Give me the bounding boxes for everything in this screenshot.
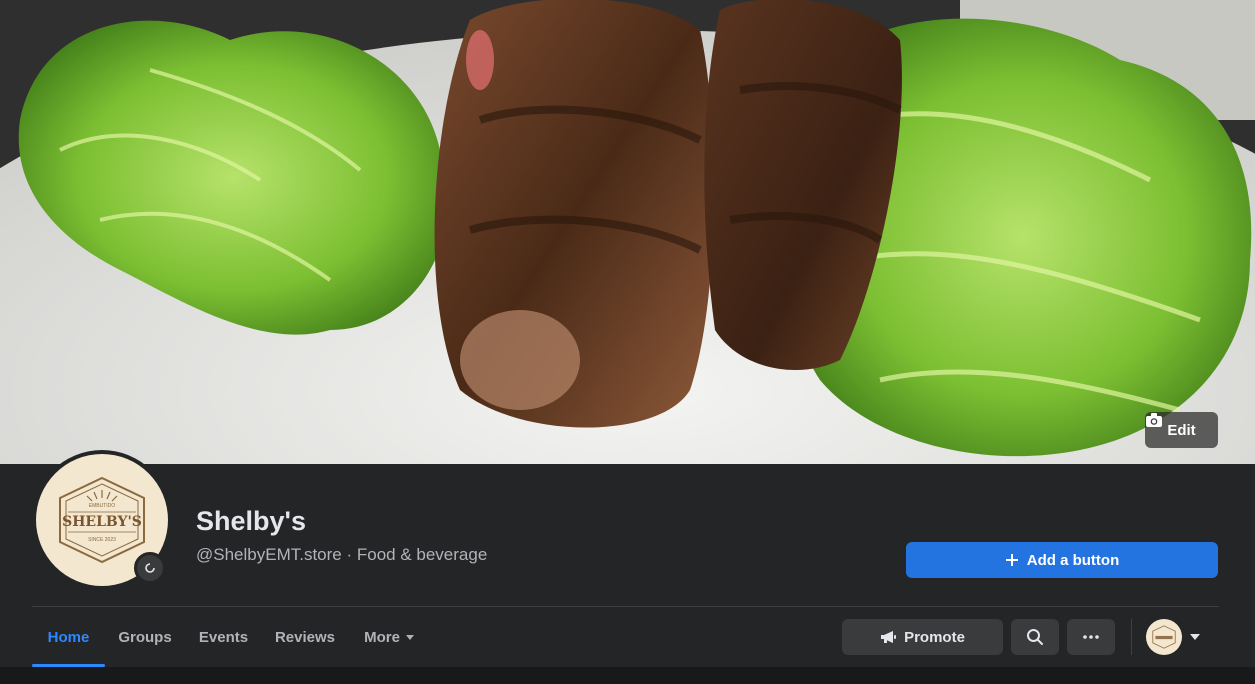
avatar — [1146, 619, 1182, 655]
tab-more-label: More — [364, 628, 400, 646]
ellipsis-icon — [1083, 635, 1099, 639]
edit-cover-button[interactable]: Edit — [1145, 412, 1218, 448]
page-title: Shelby's — [196, 506, 306, 536]
logo-top-text: EMBUTIDO — [89, 503, 116, 509]
shelbys-logo-small — [1152, 625, 1176, 649]
plus-icon — [1005, 554, 1018, 566]
actions-divider — [1131, 619, 1132, 655]
edit-profile-picture-button[interactable] — [134, 552, 166, 584]
more-options-button[interactable] — [1067, 619, 1115, 655]
megaphone-icon — [881, 631, 897, 643]
add-a-button[interactable]: Add a button — [906, 542, 1218, 578]
tab-reviews[interactable]: Reviews — [270, 607, 340, 667]
search-icon — [1027, 629, 1043, 645]
tab-reviews-label: Reviews — [274, 628, 336, 646]
promote-button[interactable]: Promote — [842, 619, 1003, 655]
tab-more[interactable]: More — [356, 607, 422, 667]
caret-down-icon — [405, 634, 414, 640]
camera-icon — [1146, 413, 1162, 427]
profile-switcher[interactable] — [1146, 619, 1206, 655]
cover-photo[interactable]: Edit — [0, 0, 1255, 464]
facebook-page-header: Edit EMBUTIDO SHELBY'S SINCE 2023 Shelby… — [0, 0, 1255, 684]
page-subtitle: @ShelbyEMT.store · Food & beverage — [196, 545, 488, 564]
add-button-label: Add a button — [1026, 551, 1120, 569]
logo-bottom-text: SINCE 2023 — [88, 537, 116, 543]
promote-label: Promote — [904, 628, 965, 646]
tab-groups[interactable]: Groups — [113, 607, 177, 667]
tab-events[interactable]: Events — [193, 607, 254, 667]
cover-image — [0, 0, 1255, 464]
profile-header: EMBUTIDO SHELBY'S SINCE 2023 Shelby's @S… — [0, 450, 1255, 606]
tab-events-label: Events — [198, 628, 249, 646]
caret-down-icon — [1190, 634, 1200, 640]
logo-name-text: SHELBY'S — [62, 514, 142, 530]
tab-home[interactable]: Home — [32, 607, 105, 667]
refresh-icon — [145, 563, 155, 573]
tab-home-label: Home — [47, 628, 90, 646]
page-body-edge — [0, 667, 1255, 684]
search-button[interactable] — [1011, 619, 1059, 655]
edit-cover-label: Edit — [1167, 421, 1196, 439]
tab-groups-label: Groups — [118, 628, 172, 646]
